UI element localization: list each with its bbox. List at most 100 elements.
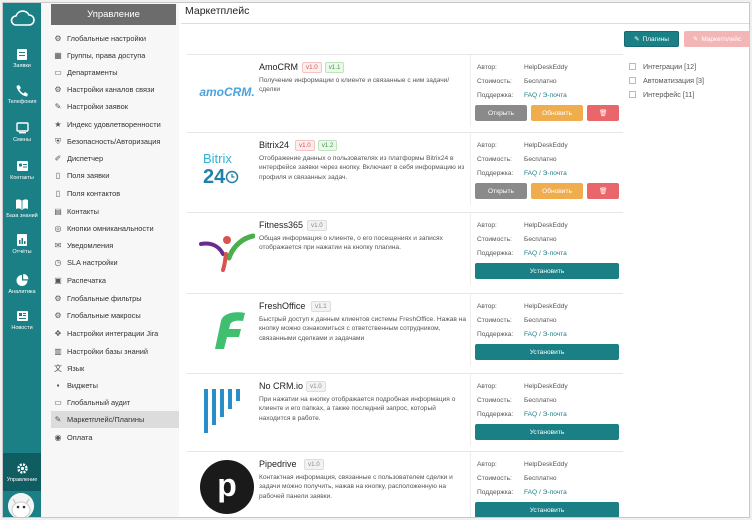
checkbox[interactable] — [629, 62, 636, 70]
rail-label: Новости — [11, 325, 33, 331]
rail-item-management[interactable]: Управление — [3, 453, 41, 491]
sidebar-item-sla[interactable]: ◷ SLA настройки — [51, 254, 179, 271]
sidebar-item-global-filters[interactable]: ⚙ Глобальные фильтры — [51, 290, 179, 307]
filter-integrations[interactable]: Интеграции [12] — [629, 60, 749, 72]
delete-button[interactable]: 🗑 — [587, 183, 619, 199]
sidebar-item-contact-fields[interactable]: ▯ Поля контактов — [51, 185, 179, 202]
icon-rail: Заявки Телефония Смены Контакты База зна… — [3, 3, 41, 517]
cog-icon: ⚙ — [54, 85, 62, 94]
support-link[interactable]: FAQ / Э-почта — [524, 489, 567, 496]
nocrm-logo — [197, 382, 257, 440]
phone-icon — [15, 83, 29, 97]
delete-button[interactable]: 🗑 — [587, 105, 619, 121]
install-button[interactable]: Установить — [475, 263, 619, 279]
support-link[interactable]: FAQ / Э-почта — [524, 92, 567, 99]
sidebar-item-channels[interactable]: ⚙ Настройки каналов связи — [51, 81, 179, 98]
sidebar-item-global-settings[interactable]: ⚙ Глобальные настройки — [51, 30, 179, 47]
rail-item-analytics[interactable]: Аналитика — [3, 273, 41, 309]
rail-item-knowledge-base[interactable]: База знаний — [3, 197, 41, 233]
sidebar-item-kb-settings[interactable]: ▥ Настройки базы знаний — [51, 343, 179, 360]
update-button[interactable]: Обновить — [531, 183, 583, 199]
book-icon: ▥ — [54, 347, 62, 356]
sidebar-item-print[interactable]: ▣ Распечатка — [51, 272, 179, 289]
sidebar-item-global-macros[interactable]: ⚙ Глобальные макросы — [51, 307, 179, 324]
groups-icon: ▦ — [54, 51, 62, 60]
knowledge-base-icon — [15, 197, 29, 211]
sidebar-item-notifications[interactable]: ✉ Уведомления — [51, 237, 179, 254]
user-avatar[interactable] — [8, 493, 34, 517]
cloud-logo-icon[interactable] — [7, 7, 37, 29]
sidebar-item-contacts[interactable]: ▤ Контакты — [51, 203, 179, 220]
filter-label: Автоматизация [3] — [643, 75, 705, 85]
rail-item-shifts[interactable]: Смены — [3, 121, 41, 157]
cost-label: Стоимость: — [477, 475, 512, 482]
support-link[interactable]: FAQ / Э-почта — [524, 411, 567, 418]
sidebar-item-ticket-settings[interactable]: ✎ Настройки заявок — [51, 98, 179, 115]
sidebar-item-jira[interactable]: ✥ Настройки интеграции Jira — [51, 325, 179, 342]
cost-label: Стоимость: — [477, 236, 512, 243]
open-button[interactable]: Открыть — [475, 183, 527, 199]
checkbox[interactable] — [629, 76, 636, 84]
sidebar-item-satisfaction[interactable]: ★ Индекс удовлетворенности — [51, 116, 179, 133]
rail-item-telephony[interactable]: Телефония — [3, 83, 41, 119]
sidebar-item-global-audit[interactable]: ▭ Глобальный аудит — [51, 394, 179, 411]
sidebar-item-dispatcher[interactable]: ✐ Диспетчер — [51, 150, 179, 167]
version-badge: v1.1 — [311, 301, 331, 312]
macro-icon: ⚙ — [54, 311, 62, 320]
support-link[interactable]: FAQ / Э-почта — [524, 250, 567, 257]
rail-item-reports[interactable]: Отчёты — [3, 233, 41, 269]
plugin-card-bitrix24: Bitrix 24 Bitrix24 v1.0 v1.2 Отображение… — [187, 132, 623, 206]
sidebar-item-language[interactable]: 文 Язык — [51, 360, 179, 377]
sidebar-item-ticket-fields[interactable]: ▯ Поля заявки — [51, 167, 179, 184]
sidebar-item-groups[interactable]: ▦ Группы, права доступа — [51, 47, 179, 64]
sidebar-item-label: Маркетплейс/Плагины — [67, 415, 145, 424]
plugins-button[interactable]: ✎ Плагины — [624, 31, 679, 47]
update-button[interactable]: Обновить — [531, 105, 583, 121]
sidebar-item-marketplace[interactable]: ✎ Маркетплейс/Плагины — [51, 411, 179, 428]
filter-interface[interactable]: Интерфейс [11] — [629, 88, 749, 100]
support-link[interactable]: FAQ / Э-почта — [524, 331, 567, 338]
sidebar-item-security[interactable]: ⛨ Безопасность/Авторизация — [51, 133, 179, 150]
sidebar-item-departments[interactable]: ▭ Департаменты — [51, 64, 179, 81]
cost-value: Бесплатно — [524, 236, 557, 243]
marketplace-main: Маркетплейс ✎ Плагины ✎ Маркетплейс Интегр… — [181, 3, 749, 517]
plug-icon: ✎ — [692, 36, 699, 43]
jira-icon: ✥ — [54, 329, 62, 338]
author-value: HelpDeskEddy — [524, 222, 568, 229]
rail-item-tickets[interactable]: Заявки — [3, 47, 41, 83]
author-label: Автор: — [477, 461, 497, 468]
rail-item-news[interactable]: Новости — [3, 309, 41, 345]
plugin-name: Fitness365 — [259, 220, 304, 230]
install-button[interactable]: Установить — [475, 502, 619, 517]
sidebar-item-label: Диспетчер — [67, 154, 104, 163]
plug-icon: ✎ — [54, 415, 62, 424]
bell-icon: ✉ — [54, 241, 62, 250]
plugin-description: Получение информации о клиенте и связанн… — [259, 77, 450, 94]
sidebar-item-omni-buttons[interactable]: ◎ Кнопки омниканальности — [51, 220, 179, 237]
sidebar-item-payment[interactable]: ◉ Оплата — [51, 429, 179, 446]
plugins-button-label: Плагины — [642, 35, 669, 43]
trash-icon: 🗑 — [598, 188, 608, 195]
logo-24: 24 — [203, 166, 239, 188]
checkbox[interactable] — [629, 90, 636, 98]
rail-item-contacts[interactable]: Контакты — [3, 159, 41, 195]
plugin-name: Bitrix24 — [259, 140, 290, 150]
sidebar-item-label: Настройки интеграции Jira — [67, 329, 159, 338]
fitness365-logo — [197, 221, 257, 279]
plugin-name: AmoCRM — [259, 62, 299, 72]
version-badges: v1.0 v1.2 — [295, 140, 338, 151]
cost-label: Стоимость: — [477, 397, 512, 404]
document-icon: ▯ — [55, 171, 61, 180]
marketplace-button[interactable]: ✎ Маркетплейс — [684, 31, 749, 47]
sidebar-item-widgets[interactable]: ▪ Виджеты — [51, 377, 179, 394]
document-icon: ▯ — [55, 189, 61, 198]
filter-automation[interactable]: Автоматизация [3] — [629, 74, 749, 86]
freshoffice-logo — [197, 302, 257, 360]
sidebar-item-label: Контакты — [67, 207, 99, 216]
install-button[interactable]: Установить — [475, 424, 619, 440]
install-button[interactable]: Установить — [475, 344, 619, 360]
author-label: Автор: — [477, 222, 497, 229]
open-button[interactable]: Открыть — [475, 105, 527, 121]
version-badges: v1.0 — [306, 381, 326, 392]
support-link[interactable]: FAQ / Э-почта — [524, 170, 567, 177]
